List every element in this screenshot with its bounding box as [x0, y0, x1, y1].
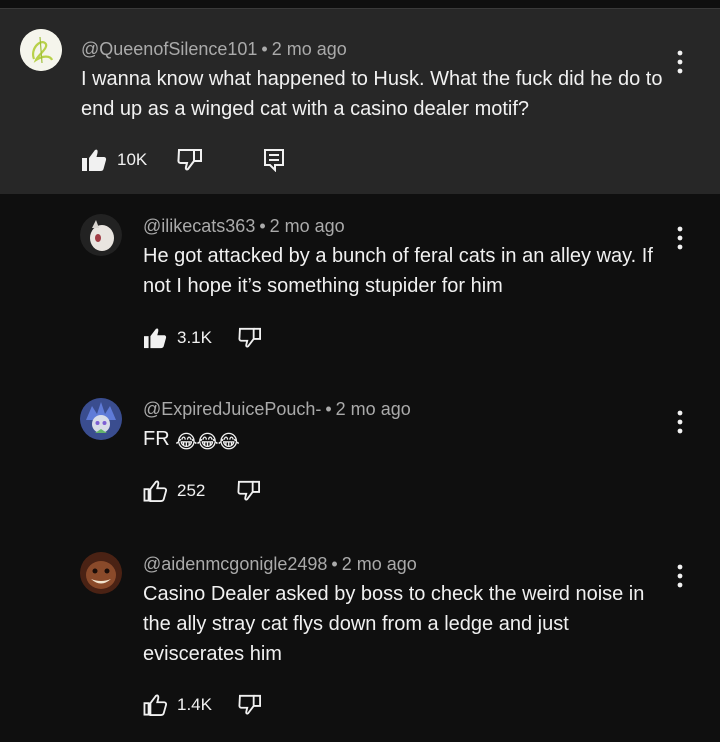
like-count: 3.1K — [177, 328, 212, 347]
avatar[interactable] — [80, 552, 122, 594]
avatar[interactable] — [20, 29, 62, 71]
like-button[interactable]: 3.1K — [143, 327, 212, 349]
comment-text-body: FR — [143, 428, 170, 450]
meta-separator: • — [259, 216, 266, 236]
comment-author[interactable]: @ExpiredJuicePouch- — [143, 399, 321, 419]
thumbs-down-icon — [238, 694, 261, 715]
dislike-button[interactable] — [238, 694, 262, 716]
main-comment: @QueenofSilence101 • 2 mo ago I wanna know… — [0, 9, 720, 194]
thumbs-up-icon — [82, 149, 107, 171]
comment-author[interactable]: @aidenmcgonigle2498 — [143, 554, 327, 574]
comment-text: I wanna know what happened to Husk. What… — [81, 68, 663, 120]
meta-separator: • — [325, 399, 332, 419]
more-vertical-icon[interactable] — [670, 409, 690, 435]
top-divider — [0, 0, 720, 9]
thumbs-up-icon — [144, 328, 167, 349]
laughing-emoji: 😂😂😂 — [175, 432, 240, 453]
comment-time[interactable]: 2 mo ago — [336, 399, 411, 419]
more-vertical-icon[interactable] — [670, 225, 690, 251]
reply-comment: @aidenmcgonigle2498 • 2 mo ago Casino Deal… — [0, 532, 720, 728]
comment-author[interactable]: @QueenofSilence101 — [81, 39, 257, 59]
more-vertical-icon[interactable] — [670, 563, 690, 589]
reply-comment: @ExpiredJuicePouch- • 2 mo ago FR 😂😂😂 252 — [0, 378, 720, 532]
comment-meta: @aidenmcgonigle2498 • 2 mo ago — [143, 553, 673, 575]
thumbs-down-icon — [177, 149, 203, 171]
thumbs-up-icon — [143, 480, 167, 502]
comment-meta: @ExpiredJuicePouch- • 2 mo ago — [143, 398, 673, 420]
reply-comment-icon — [264, 149, 285, 172]
more-vertical-icon[interactable] — [670, 49, 690, 75]
comment-text: FR 😂😂😂 — [143, 424, 673, 458]
thumbs-up-icon — [143, 694, 167, 716]
like-count: 1.4K — [177, 695, 212, 714]
like-button[interactable]: 10K — [81, 148, 147, 172]
avatar[interactable] — [80, 398, 122, 440]
comment-time[interactable]: 2 mo ago — [342, 554, 417, 574]
meta-separator: • — [261, 39, 268, 59]
comment-time[interactable]: 2 mo ago — [272, 39, 347, 59]
dislike-button[interactable] — [237, 480, 261, 502]
thumbs-down-icon — [238, 327, 261, 348]
like-button[interactable]: 1.4K — [143, 694, 212, 716]
thumbs-down-icon — [237, 480, 261, 501]
meta-separator: • — [331, 554, 338, 574]
comment-text: He got attacked by a bunch of feral cats… — [143, 245, 653, 297]
avatar[interactable] — [80, 214, 122, 256]
dislike-button[interactable] — [238, 327, 262, 349]
like-button[interactable]: 252 — [143, 480, 205, 502]
comment-meta: @QueenofSilence101 • 2 mo ago — [81, 38, 671, 60]
comment-meta: @ilikecats363 • 2 mo ago — [143, 215, 673, 237]
dislike-button[interactable] — [177, 148, 203, 172]
replies-button[interactable] — [263, 148, 285, 172]
comment-text: Casino Dealer asked by boss to check the… — [143, 583, 645, 665]
like-count: 10K — [117, 150, 148, 169]
reply-comment: @ilikecats363 • 2 mo ago He got attacked b… — [0, 194, 720, 378]
comment-time[interactable]: 2 mo ago — [270, 216, 345, 236]
like-count: 252 — [177, 481, 206, 500]
comment-author[interactable]: @ilikecats363 — [143, 216, 255, 236]
